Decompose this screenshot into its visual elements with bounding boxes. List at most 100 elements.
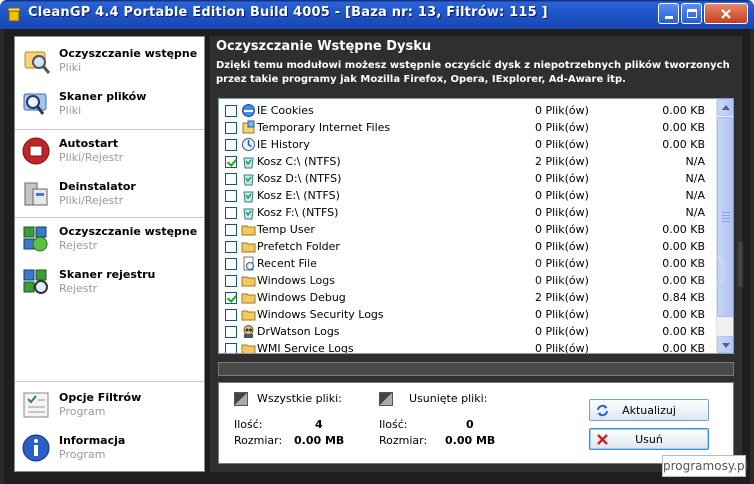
scan-monitor-icon: [23, 93, 47, 115]
ie-icon: [242, 104, 255, 117]
row-checkbox[interactable]: [225, 224, 237, 236]
row-size: 0.00 KB: [662, 342, 705, 354]
row-checkbox[interactable]: [225, 309, 237, 321]
row-checkbox[interactable]: [225, 292, 237, 304]
table-row[interactable]: Kosz F:\ (NTFS) 0 Plik(ów) N/A: [219, 204, 715, 221]
sidebar-item-subtitle: Pliki: [59, 104, 82, 117]
row-checkbox[interactable]: [225, 122, 237, 134]
minimize-button[interactable]: [658, 3, 679, 24]
sidebar-item-title: Oczyszczanie wstępne: [59, 225, 198, 238]
main-panel: Oczyszczanie Wstępne Dysku Dzięki temu m…: [210, 36, 742, 472]
sidebar-item-subtitle: Pliki: [59, 61, 82, 74]
scroll-down-button[interactable]: [717, 336, 733, 353]
table-row[interactable]: Temporary Internet Files 0 Plik(ów) 0.00 K…: [219, 119, 715, 136]
sidebar-item-precleaning-files[interactable]: Oczyszczanie wstępne Pliki: [15, 41, 204, 83]
scroll-up-button[interactable]: [717, 99, 733, 116]
sidebar-item-information[interactable]: Informacja Program: [15, 428, 204, 470]
window-title: CleanGP 4.4 Portable Edition Build 4005 …: [28, 5, 548, 20]
folder-icon: [241, 293, 256, 304]
sidebar-separator: [15, 217, 204, 218]
row-checkbox[interactable]: [225, 275, 237, 287]
row-file-count: 0 Plik(ów): [535, 223, 589, 236]
row-size: N/A: [685, 172, 705, 185]
table-row[interactable]: Recent File 0 Plik(ów) 0.00 KB: [219, 255, 715, 272]
refresh-button-label: Aktualizuj: [622, 404, 676, 417]
recycle-bin-icon: [243, 174, 254, 186]
all-size-label: Rozmiar:: [234, 434, 283, 447]
recent-file-icon: [243, 256, 254, 271]
sidebar-item-subtitle: Rejestr: [59, 239, 98, 252]
table-row[interactable]: Temp User 0 Plik(ów) 0.00 KB: [219, 221, 715, 238]
maximize-button[interactable]: [681, 3, 702, 24]
table-row[interactable]: Windows Logs 0 Plik(ów) 0.00 KB: [219, 272, 715, 289]
row-name: Windows Debug: [257, 291, 346, 304]
page-title: Oczyszczanie Wstępne Dysku: [216, 39, 432, 54]
maximize-icon: [686, 9, 697, 18]
list-scrollbar[interactable]: [716, 99, 733, 353]
sidebar-item-registry-scanner[interactable]: Skaner rejestru Rejestr: [15, 262, 204, 304]
uninstaller-icon: [24, 182, 48, 206]
close-button[interactable]: [704, 3, 748, 24]
row-size: 0.00 KB: [662, 104, 705, 117]
title-bar[interactable]: CleanGP 4.4 Portable Edition Build 4005 …: [0, 0, 754, 29]
row-name: Temporary Internet Files: [257, 121, 391, 134]
sidebar-item-file-scanner[interactable]: Skaner plików Pliki: [15, 84, 204, 126]
row-file-count: 0 Plik(ów): [535, 240, 589, 253]
table-row[interactable]: IE History 0 Plik(ów) 0.00 KB: [219, 136, 715, 153]
row-checkbox[interactable]: [225, 343, 237, 353]
row-checkbox[interactable]: [225, 156, 237, 168]
row-file-count: 0 Plik(ów): [535, 206, 589, 219]
table-row[interactable]: Kosz D:\ (NTFS) 0 Plik(ów) N/A: [219, 170, 715, 187]
table-row[interactable]: IE Cookies 0 Plik(ów) 0.00 KB: [219, 102, 715, 119]
table-row[interactable]: Kosz E:\ (NTFS) 0 Plik(ów) N/A: [219, 187, 715, 204]
table-row[interactable]: Kosz C:\ (NTFS) 2 Plik(ów) N/A: [219, 153, 715, 170]
table-row[interactable]: WMI Service Logs 0 Plik(ów) 0.00 KB: [219, 340, 715, 354]
row-file-count: 2 Plik(ów): [535, 291, 589, 304]
sidebar-item-precleaning-registry[interactable]: Oczyszczanie wstępne Rejestr: [15, 219, 204, 261]
row-size: 0.00 KB: [662, 325, 705, 338]
scroll-thumb[interactable]: [717, 117, 733, 317]
row-file-count: 0 Plik(ów): [535, 121, 589, 134]
row-name: IE History: [257, 138, 310, 151]
row-file-count: 0 Plik(ów): [535, 257, 589, 270]
row-checkbox[interactable]: [225, 326, 237, 338]
refresh-button[interactable]: Aktualizuj: [589, 399, 709, 421]
sidebar-item-uninstaller[interactable]: Deinstalator Pliki/Rejestr: [15, 174, 204, 216]
summary-panel: Wszystkie pliki: Ilość: 4 Rozmiar: 0.00 …: [218, 382, 734, 464]
drwatson-icon: [243, 325, 254, 338]
app-icon: [7, 7, 21, 22]
row-name: Kosz C:\ (NTFS): [257, 155, 341, 168]
deleted-size-value: 0.00 MB: [445, 434, 496, 447]
row-checkbox[interactable]: [225, 105, 237, 117]
sidebar-item-title: Opcje Filtrów: [59, 391, 142, 404]
row-checkbox[interactable]: [225, 207, 237, 219]
sidebar-item-title: Skaner rejestru: [59, 268, 156, 281]
row-checkbox[interactable]: [225, 139, 237, 151]
table-row[interactable]: Windows Debug 2 Plik(ów) 0.84 KB: [219, 289, 715, 306]
row-file-count: 0 Plik(ów): [535, 342, 589, 354]
registry-scan-icon: [23, 269, 48, 294]
row-file-count: 0 Plik(ów): [535, 189, 589, 202]
folder-icon: [241, 344, 256, 353]
row-name: Kosz E:\ (NTFS): [257, 189, 340, 202]
table-row[interactable]: Windows Security Logs 0 Plik(ów) 0.00 KB: [219, 306, 715, 323]
cleanup-list[interactable]: IE Cookies 0 Plik(ów) 0.00 KB Temporary Int…: [218, 98, 734, 354]
progress-bar: [218, 362, 734, 376]
row-file-count: 0 Plik(ów): [535, 104, 589, 117]
row-checkbox[interactable]: [225, 173, 237, 185]
row-checkbox[interactable]: [225, 258, 237, 270]
sidebar-item-title: Deinstalator: [59, 180, 136, 193]
delete-button[interactable]: Usuń: [589, 428, 709, 450]
table-row[interactable]: Prefetch Folder 0 Plik(ów) 0.00 KB: [219, 238, 715, 255]
row-size: 0.00 KB: [662, 257, 705, 270]
sidebar-item-autostart[interactable]: Autostart Pliki/Rejestr: [15, 131, 204, 173]
row-size: 0.00 KB: [662, 274, 705, 287]
row-file-count: 0 Plik(ów): [535, 138, 589, 151]
table-row[interactable]: DrWatson Logs 0 Plik(ów) 0.00 KB: [219, 323, 715, 340]
filter-options-icon: [23, 392, 49, 418]
row-checkbox[interactable]: [225, 190, 237, 202]
sidebar-item-subtitle: Program: [59, 448, 106, 461]
sidebar-item-filter-options[interactable]: Opcje Filtrów Program: [15, 385, 204, 427]
row-checkbox[interactable]: [225, 241, 237, 253]
app-window: CleanGP 4.4 Portable Edition Build 4005 …: [0, 0, 754, 484]
